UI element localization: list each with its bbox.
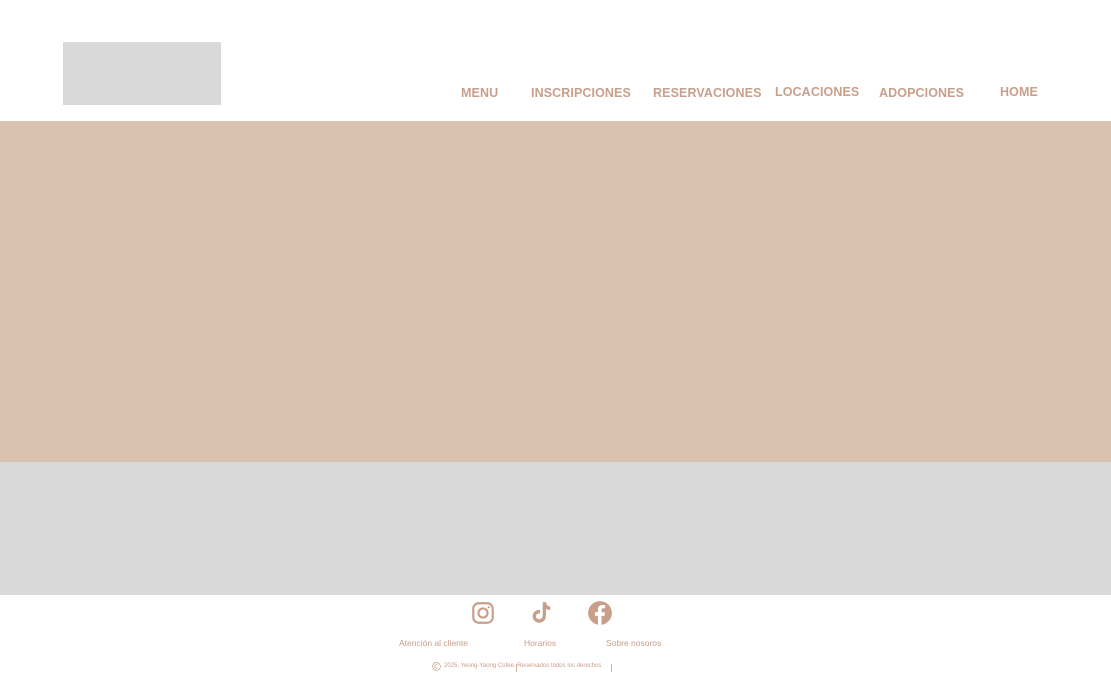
copyright-text: 2025, Yeong-Yaong Cofee. Reservados todo… <box>444 663 602 669</box>
content-placeholder <box>0 462 1111 595</box>
instagram-icon[interactable] <box>470 600 496 626</box>
tiktok-icon[interactable] <box>527 600 553 626</box>
nav-adopciones[interactable]: ADOPCIONES <box>879 86 964 100</box>
footer-link-sobre[interactable]: Sobre nosoros <box>606 638 661 648</box>
nav-home[interactable]: HOME <box>1000 85 1038 99</box>
footer-link-atencion[interactable]: Atención al cliente <box>399 638 468 648</box>
copyright-icon <box>432 661 441 671</box>
facebook-icon[interactable] <box>587 600 613 626</box>
divider <box>611 664 612 672</box>
logo-placeholder[interactable] <box>63 42 221 105</box>
footer-link-horarios[interactable]: Horarios <box>524 638 556 648</box>
hero-banner <box>0 121 1111 462</box>
site-header: MENU INSCRIPCIONES RESERVACIONES LOCACIO… <box>0 0 1111 121</box>
nav-menu[interactable]: MENU <box>461 86 498 100</box>
nav-inscripciones[interactable]: INSCRIPCIONES <box>531 86 631 100</box>
nav-reservaciones[interactable]: RESERVACIONES <box>653 86 762 100</box>
nav-locaciones[interactable]: LOCACIONES <box>775 85 859 99</box>
divider <box>516 664 517 672</box>
